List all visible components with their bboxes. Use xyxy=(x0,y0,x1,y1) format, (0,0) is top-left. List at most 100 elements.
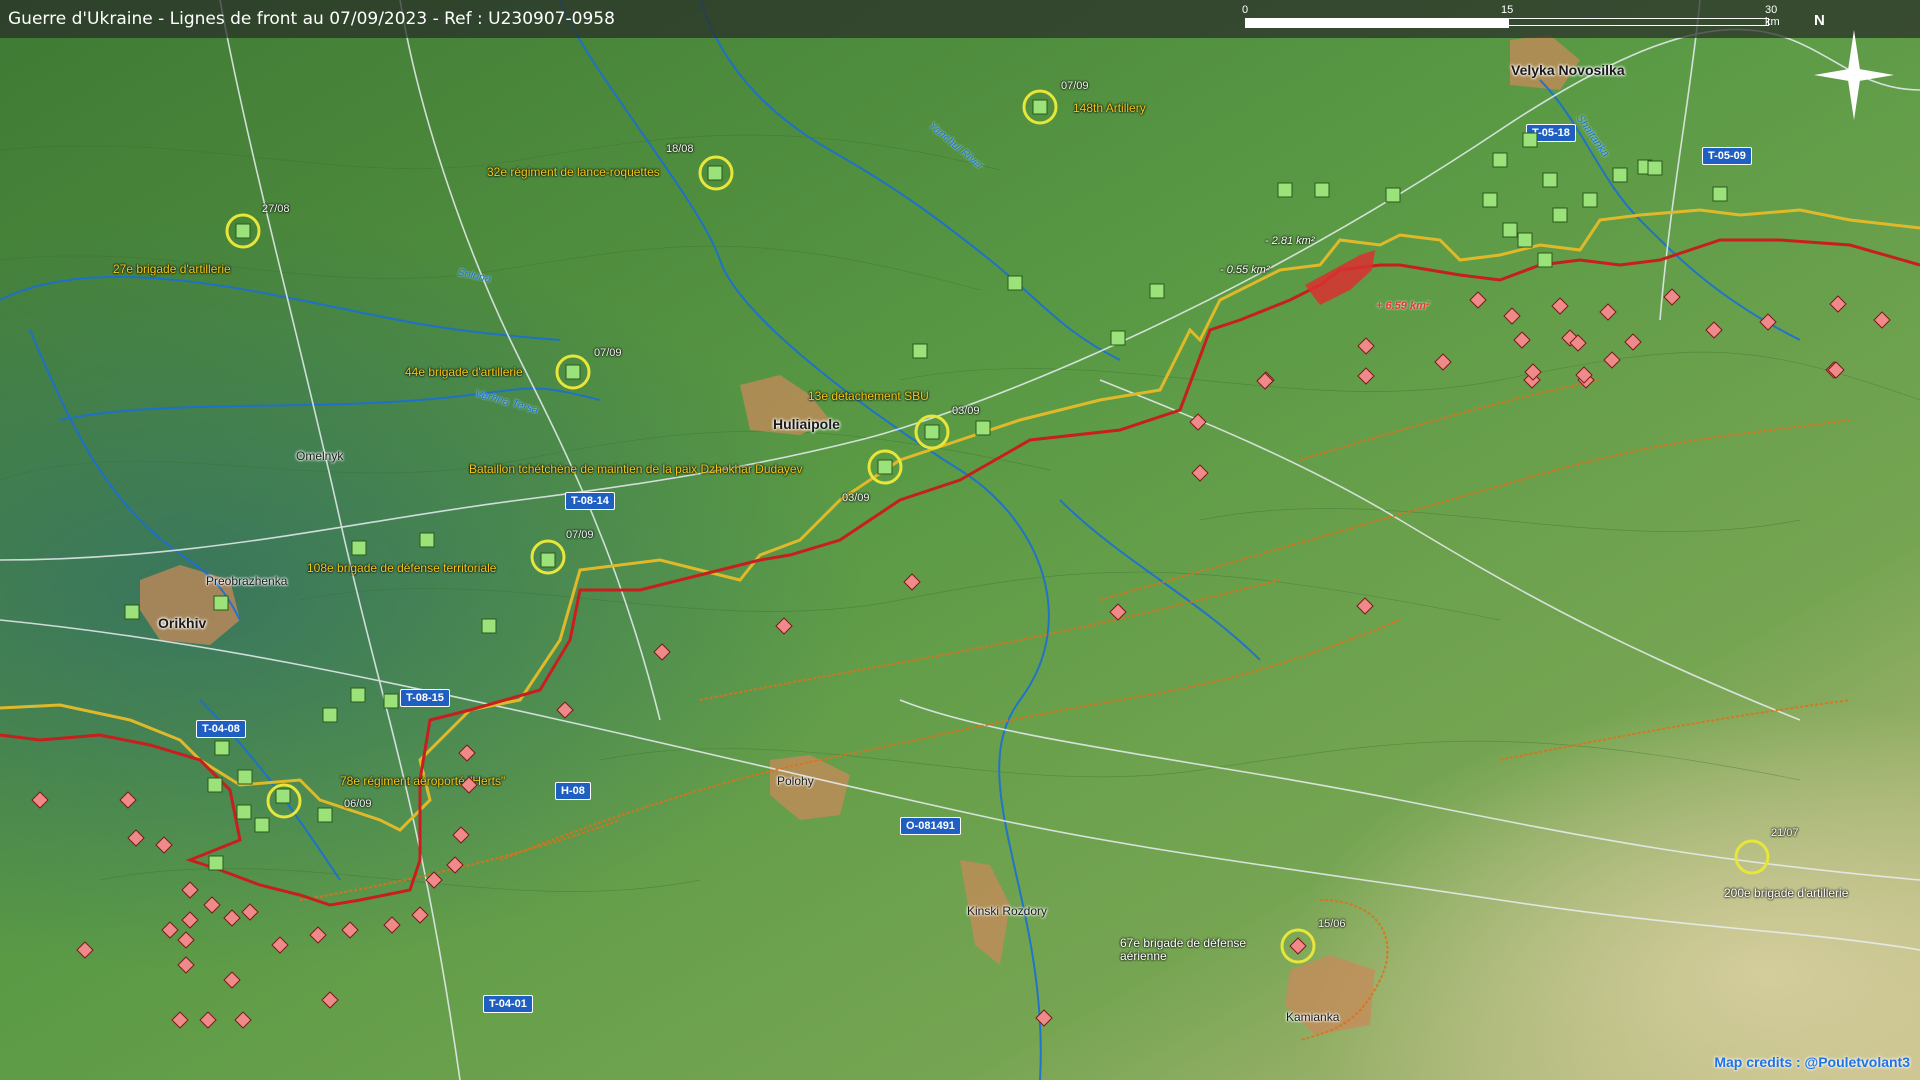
rus-unit-marker[interactable] xyxy=(1256,372,1274,390)
rus-unit-marker[interactable] xyxy=(223,909,241,927)
rus-unit-marker[interactable] xyxy=(1356,597,1374,615)
ukr-unit-marker[interactable] xyxy=(1712,186,1728,202)
ukr-unit-marker[interactable] xyxy=(1007,275,1023,291)
ukr-unit-marker[interactable] xyxy=(540,552,556,568)
ukr-unit-marker[interactable] xyxy=(208,855,224,871)
rus-unit-marker[interactable] xyxy=(1109,603,1127,621)
ukr-unit-marker[interactable] xyxy=(1502,222,1518,238)
ukr-unit-marker[interactable] xyxy=(317,807,333,823)
rus-unit-marker[interactable] xyxy=(171,1011,189,1029)
rus-unit-marker[interactable] xyxy=(1624,333,1642,351)
ukr-unit-marker[interactable] xyxy=(1482,192,1498,208)
rus-unit-marker[interactable] xyxy=(321,991,339,1009)
rus-unit-marker[interactable] xyxy=(177,931,195,949)
rus-unit-marker[interactable] xyxy=(271,936,289,954)
rus-unit-marker[interactable] xyxy=(1705,321,1723,339)
rus-unit-marker[interactable] xyxy=(1603,351,1621,369)
rus-unit-marker[interactable] xyxy=(199,1011,217,1029)
ukr-unit-marker[interactable] xyxy=(1110,330,1126,346)
rus-unit-marker[interactable] xyxy=(903,573,921,591)
rus-unit-marker[interactable] xyxy=(181,881,199,899)
ukr-unit-marker[interactable] xyxy=(322,707,338,723)
ukr-unit-marker[interactable] xyxy=(1517,232,1533,248)
rus-unit-marker[interactable] xyxy=(31,791,49,809)
ukr-unit-marker[interactable] xyxy=(1612,167,1628,183)
ukr-unit-marker[interactable] xyxy=(1542,172,1558,188)
ukr-unit-marker[interactable] xyxy=(1149,283,1165,299)
ukr-unit-marker[interactable] xyxy=(1647,160,1663,176)
rus-unit-marker[interactable] xyxy=(1513,331,1531,349)
rus-unit-marker[interactable] xyxy=(241,903,259,921)
rus-unit-marker[interactable] xyxy=(1469,291,1487,309)
ukr-unit-marker[interactable] xyxy=(275,788,291,804)
ukr-unit-marker[interactable] xyxy=(213,595,229,611)
rus-unit-marker[interactable] xyxy=(1289,937,1307,955)
ukr-unit-marker[interactable] xyxy=(975,420,991,436)
ukr-unit-marker[interactable] xyxy=(924,424,940,440)
rus-unit-marker[interactable] xyxy=(203,896,221,914)
ukr-unit-marker[interactable] xyxy=(383,693,399,709)
ukr-unit-marker[interactable] xyxy=(237,769,253,785)
ukr-unit-marker[interactable] xyxy=(912,343,928,359)
rus-unit-marker[interactable] xyxy=(1759,313,1777,331)
rus-unit-marker[interactable] xyxy=(556,701,574,719)
ukr-unit-marker[interactable] xyxy=(481,618,497,634)
ukr-unit-marker[interactable] xyxy=(1385,187,1401,203)
rus-unit-marker[interactable] xyxy=(234,1011,252,1029)
ukr-unit-marker[interactable] xyxy=(419,532,435,548)
ukr-unit-marker[interactable] xyxy=(707,165,723,181)
ukr-unit-marker[interactable] xyxy=(1492,152,1508,168)
rus-unit-marker[interactable] xyxy=(119,791,137,809)
ukr-unit-marker[interactable] xyxy=(207,777,223,793)
ukr-unit-marker[interactable] xyxy=(214,740,230,756)
rus-unit-marker[interactable] xyxy=(76,941,94,959)
rus-unit-marker[interactable] xyxy=(1599,303,1617,321)
rus-unit-marker[interactable] xyxy=(1357,337,1375,355)
rus-unit-marker[interactable] xyxy=(341,921,359,939)
rus-unit-marker[interactable] xyxy=(1829,295,1847,313)
ukr-unit-marker[interactable] xyxy=(877,459,893,475)
rus-unit-marker[interactable] xyxy=(1191,464,1209,482)
rus-unit-marker[interactable] xyxy=(1873,311,1891,329)
rus-unit-marker[interactable] xyxy=(1503,307,1521,325)
rus-unit-marker[interactable] xyxy=(155,836,173,854)
ukr-unit-marker[interactable] xyxy=(1582,192,1598,208)
rus-unit-marker[interactable] xyxy=(383,916,401,934)
ukr-unit-marker[interactable] xyxy=(350,687,366,703)
rus-unit-marker[interactable] xyxy=(1434,353,1452,371)
rus-unit-marker[interactable] xyxy=(1551,297,1569,315)
ukr-unit-marker[interactable] xyxy=(235,223,251,239)
ukr-unit-marker[interactable] xyxy=(1314,182,1330,198)
rus-unit-marker[interactable] xyxy=(460,776,478,794)
ukr-unit-marker[interactable] xyxy=(254,817,270,833)
ukr-unit-marker[interactable] xyxy=(1032,99,1048,115)
rus-unit-marker[interactable] xyxy=(425,871,443,889)
rus-unit-marker[interactable] xyxy=(1189,413,1207,431)
rus-unit-marker[interactable] xyxy=(653,643,671,661)
rus-unit-marker[interactable] xyxy=(177,956,195,974)
rus-unit-marker[interactable] xyxy=(446,856,464,874)
ukr-unit-marker[interactable] xyxy=(565,364,581,380)
rus-unit-marker[interactable] xyxy=(223,971,241,989)
rus-unit-marker[interactable] xyxy=(1827,361,1845,379)
rus-unit-marker[interactable] xyxy=(775,617,793,635)
rus-unit-marker[interactable] xyxy=(452,826,470,844)
unit-markers-layer xyxy=(31,89,1891,1029)
front-line-map[interactable]: Guerre d'Ukraine - Lignes de front au 07… xyxy=(0,0,1920,1080)
ukr-unit-marker[interactable] xyxy=(351,540,367,556)
ukr-unit-marker[interactable] xyxy=(1522,132,1538,148)
ukr-unit-marker[interactable] xyxy=(236,804,252,820)
ukr-unit-marker[interactable] xyxy=(1537,252,1553,268)
ukr-unit-marker[interactable] xyxy=(124,604,140,620)
rus-unit-marker[interactable] xyxy=(181,911,199,929)
ukr-unit-marker[interactable] xyxy=(1552,207,1568,223)
ukr-unit-marker[interactable] xyxy=(1277,182,1293,198)
rus-unit-marker[interactable] xyxy=(1035,1009,1053,1027)
rus-unit-marker[interactable] xyxy=(127,829,145,847)
rus-unit-marker[interactable] xyxy=(411,906,429,924)
rus-unit-marker[interactable] xyxy=(161,921,179,939)
rus-unit-marker[interactable] xyxy=(1357,367,1375,385)
rus-unit-marker[interactable] xyxy=(1663,288,1681,306)
rus-unit-marker[interactable] xyxy=(458,744,476,762)
rus-unit-marker[interactable] xyxy=(309,926,327,944)
